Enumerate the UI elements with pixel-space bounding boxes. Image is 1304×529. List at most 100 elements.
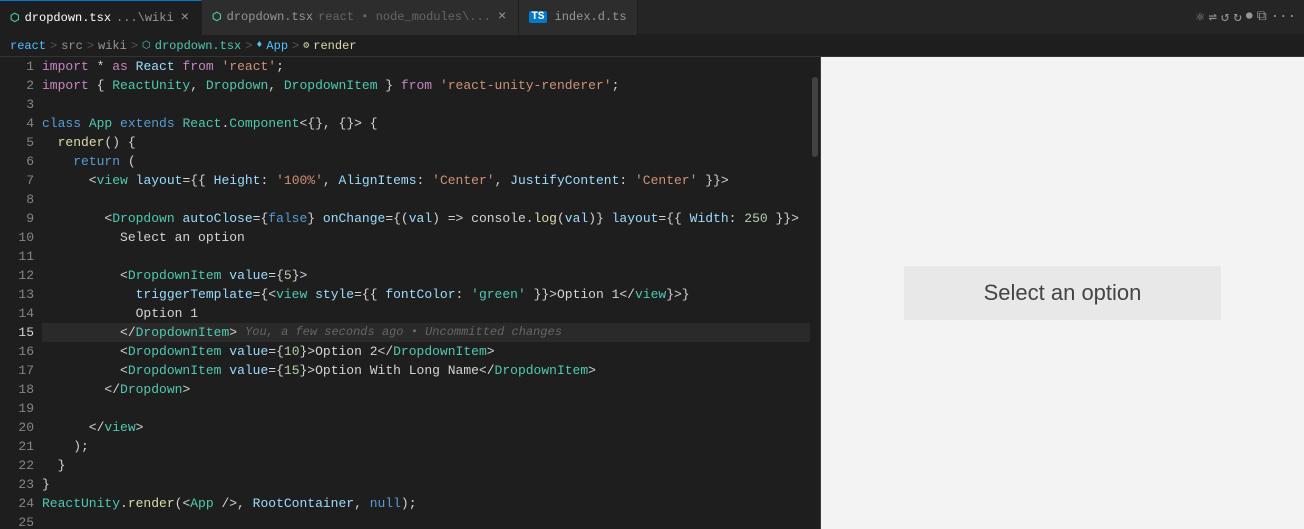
tab-close-1[interactable]: × <box>179 10 191 26</box>
scrollbar-track[interactable] <box>810 57 820 529</box>
code-area: 1 2 3 4 5 6 7 8 9 10 11 12 13 14 15 16 1… <box>0 57 820 529</box>
tab-bar: ⬡ dropdown.tsx ...\wiki × ⬡ dropdown.tsx… <box>0 0 1304 35</box>
ln-14: 14 <box>0 304 34 323</box>
ln-25: 25 <box>0 513 34 529</box>
ln-7: 7 <box>0 171 34 190</box>
tsx-icon: ⬡ <box>10 11 20 25</box>
code-line-12: <DropdownItem value={5}> <box>42 266 820 285</box>
back-icon[interactable]: ↺ <box>1221 9 1229 26</box>
ln-4: 4 <box>0 114 34 133</box>
code-line-24: ReactUnity.render(<App />, RootContainer… <box>42 494 820 513</box>
tsx-icon-2: ⬡ <box>212 10 222 24</box>
code-content[interactable]: import * as React from 'react'; import {… <box>42 57 820 529</box>
breadcrumb-sep-3: > <box>131 39 138 53</box>
breadcrumb-item-wiki[interactable]: wiki <box>98 39 127 53</box>
dropdown-preview-widget[interactable]: Select an option <box>904 266 1222 320</box>
line-numbers: 1 2 3 4 5 6 7 8 9 10 11 12 13 14 15 16 1… <box>0 57 42 529</box>
split-icon[interactable]: ⧉ <box>1257 9 1267 25</box>
ln-19: 19 <box>0 399 34 418</box>
code-line-5: render() { <box>42 133 820 152</box>
ln-23: 23 <box>0 475 34 494</box>
code-line-8 <box>42 190 820 209</box>
breadcrumb-item-src[interactable]: src <box>61 39 83 53</box>
ln-11: 11 <box>0 247 34 266</box>
ln-12: 12 <box>0 266 34 285</box>
code-line-15: </DropdownItem> You, a few seconds ago •… <box>42 323 820 342</box>
code-line-25 <box>42 513 820 529</box>
breadcrumb-sep-5: > <box>292 39 299 53</box>
ln-10: 10 <box>0 228 34 247</box>
code-line-9: <Dropdown autoClose={false} onChange={(v… <box>42 209 820 228</box>
dropdown-placeholder-text[interactable]: Select an option <box>984 280 1142 305</box>
ln-13: 13 <box>0 285 34 304</box>
ln-20: 20 <box>0 418 34 437</box>
code-line-10: Select an option <box>42 228 820 247</box>
breadcrumb-sep-2: > <box>87 39 94 53</box>
tab-label-1: dropdown.tsx <box>25 11 111 25</box>
ln-18: 18 <box>0 380 34 399</box>
tab-label-3: index.d.ts <box>555 10 627 24</box>
ln-21: 21 <box>0 437 34 456</box>
ln-2: 2 <box>0 76 34 95</box>
code-line-21: ); <box>42 437 820 456</box>
ln-3: 3 <box>0 95 34 114</box>
preview-pane: Select an option <box>820 57 1304 529</box>
ts-icon: TS <box>529 11 546 23</box>
code-line-14: Option 1 <box>42 304 820 323</box>
editor-pane: 1 2 3 4 5 6 7 8 9 10 11 12 13 14 15 16 1… <box>0 57 820 529</box>
tab-dropdown-wiki[interactable]: ⬡ dropdown.tsx ...\wiki × <box>0 0 202 35</box>
code-line-1: import * as React from 'react'; <box>42 57 820 76</box>
breadcrumb-item-render[interactable]: render <box>313 39 356 53</box>
ln-8: 8 <box>0 190 34 209</box>
kw-as-1: as <box>112 57 128 76</box>
breadcrumb-item-app[interactable]: App <box>266 39 288 53</box>
tab-index-dts[interactable]: TS index.d.ts <box>519 0 637 35</box>
code-line-16: <DropdownItem value={10}>Option 2</Dropd… <box>42 342 820 361</box>
tab-sublabel-2: react • node_modules\... <box>318 10 491 24</box>
broadcast-icon[interactable]: ⇌ <box>1208 9 1216 26</box>
code-line-13: triggerTemplate={<view style={{ fontColo… <box>42 285 820 304</box>
kw-import-1: import <box>42 57 89 76</box>
ln-1: 1 <box>0 57 34 76</box>
code-line-22: } <box>42 456 820 475</box>
ln-6: 6 <box>0 152 34 171</box>
record-icon[interactable]: ⏺ <box>1246 9 1253 25</box>
ln-5: 5 <box>0 133 34 152</box>
code-line-20: </view> <box>42 418 820 437</box>
code-line-19 <box>42 399 820 418</box>
code-line-6: return ( <box>42 152 820 171</box>
code-line-11 <box>42 247 820 266</box>
breadcrumb-icon-render: ⚙ <box>303 40 309 52</box>
tab-close-2[interactable]: × <box>496 9 508 25</box>
run-icon[interactable]: ⚛ <box>1196 9 1204 26</box>
ln-17: 17 <box>0 361 34 380</box>
code-line-7: <view layout={{ Height: '100%', AlignIte… <box>42 171 820 190</box>
breadcrumb-icon-app: ♦ <box>256 40 262 51</box>
scrollbar-thumb[interactable] <box>812 77 818 157</box>
kw-import-2: import <box>42 76 89 95</box>
ln-9: 9 <box>0 209 34 228</box>
tab-sublabel-1: ...\wiki <box>116 11 174 25</box>
blame-annotation: You, a few seconds ago • Uncommitted cha… <box>245 323 562 342</box>
breadcrumb-sep-4: > <box>245 39 252 53</box>
code-line-3 <box>42 95 820 114</box>
code-line-17: <DropdownItem value={15}>Option With Lon… <box>42 361 820 380</box>
code-line-4: class App extends React.Component<{}, {}… <box>42 114 820 133</box>
breadcrumb-item-file[interactable]: dropdown.tsx <box>155 39 241 53</box>
tab-dropdown-node-modules[interactable]: ⬡ dropdown.tsx react • node_modules\... … <box>202 0 519 35</box>
tab-label-2: dropdown.tsx <box>227 10 313 24</box>
ln-24: 24 <box>0 494 34 513</box>
breadcrumb-item-react[interactable]: react <box>10 39 46 53</box>
kw-from-1: from <box>182 57 213 76</box>
code-line-18: </Dropdown> <box>42 380 820 399</box>
main-area: 1 2 3 4 5 6 7 8 9 10 11 12 13 14 15 16 1… <box>0 57 1304 529</box>
ln-22: 22 <box>0 456 34 475</box>
code-line-2: import { ReactUnity, Dropdown, DropdownI… <box>42 76 820 95</box>
more-icon[interactable]: ··· <box>1271 9 1296 25</box>
breadcrumb-icon-tsx: ⬡ <box>142 40 151 52</box>
breadcrumb: react > src > wiki > ⬡ dropdown.tsx > ♦ … <box>0 35 1304 57</box>
forward-icon[interactable]: ↻ <box>1233 9 1241 26</box>
ln-15: 15 <box>0 323 34 342</box>
code-line-23: } <box>42 475 820 494</box>
kw-from-2: from <box>401 76 432 95</box>
